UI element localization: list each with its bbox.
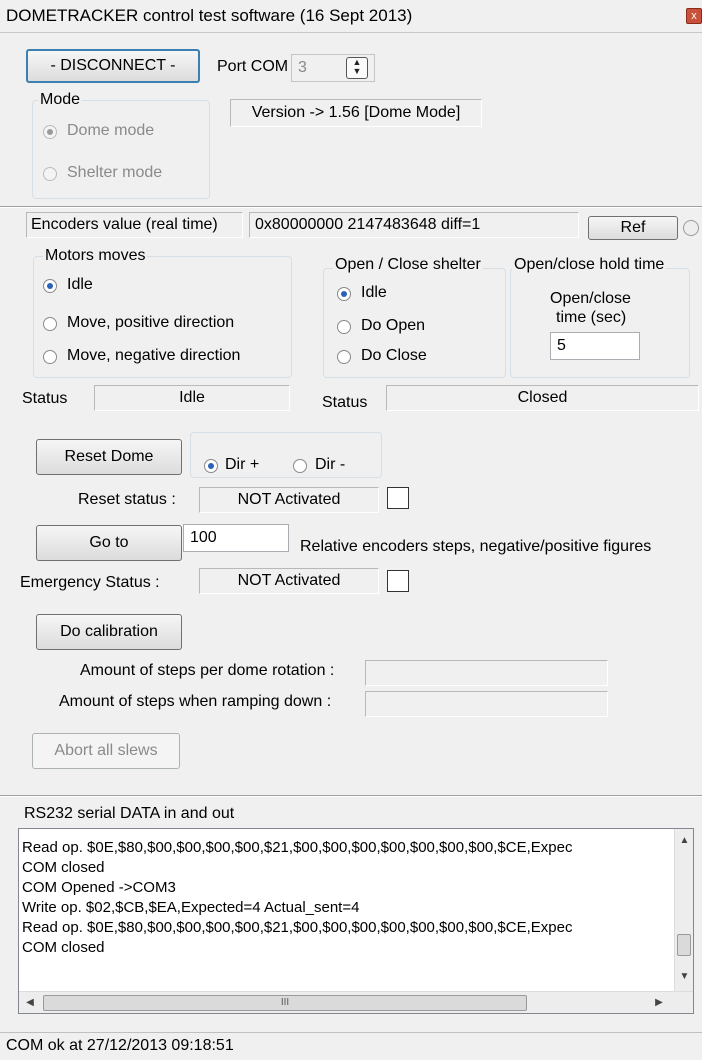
motors-negative-radio[interactable] xyxy=(43,350,57,364)
hold-caption-line1: Open/close xyxy=(550,290,631,307)
log-line: COM Opened ->COM3 xyxy=(22,879,176,896)
steps-rotation-value xyxy=(365,660,608,686)
shelter-close-radio[interactable] xyxy=(337,350,351,364)
reset-status-label: Reset status : xyxy=(78,491,176,508)
version-readout: Version -> 1.56 [Dome Mode] xyxy=(230,99,482,127)
shelter-idle-label: Idle xyxy=(361,284,387,301)
abort-all-slews-button[interactable]: Abort all slews xyxy=(32,733,180,769)
shelter-open-radio[interactable] xyxy=(337,320,351,334)
emergency-status-value: NOT Activated xyxy=(199,568,379,594)
dir-minus-radio[interactable] xyxy=(293,459,307,473)
ref-button[interactable]: Ref xyxy=(588,216,678,240)
spinner-arrows-icon[interactable]: ▲ ▼ xyxy=(346,57,368,79)
emergency-indicator xyxy=(387,570,409,592)
shelter-close-label: Do Close xyxy=(361,347,427,364)
hold-caption-line2: time (sec) xyxy=(556,309,627,326)
log-line: COM closed xyxy=(22,859,105,876)
port-com-label: Port COM xyxy=(217,58,289,75)
window-title: DOMETRACKER control test software (16 Se… xyxy=(6,6,413,25)
encoders-value: 0x80000000 2147483648 diff=1 xyxy=(249,212,579,238)
log-line: Read op. $0E,$80,$00,$00,$00,$00,$21,$00… xyxy=(22,839,573,856)
motors-group-title: Motors moves xyxy=(43,247,148,265)
mode-group-title: Mode xyxy=(38,91,83,109)
goto-button[interactable]: Go to xyxy=(36,525,182,561)
port-com-input[interactable]: 3 ▲ ▼ xyxy=(291,54,375,82)
serial-title: RS232 serial DATA in and out xyxy=(24,805,235,822)
horizontal-scroll-thumb[interactable]: III xyxy=(43,995,527,1011)
dome-mode-radio[interactable] xyxy=(43,125,57,139)
log-line: COM closed xyxy=(22,939,105,956)
shelter-group-title: Open / Close shelter xyxy=(333,256,483,274)
dir-minus-label: Dir - xyxy=(315,456,346,473)
shelter-idle-radio[interactable] xyxy=(337,287,351,301)
steps-rotation-label: Amount of steps per dome rotation : xyxy=(80,662,335,679)
emergency-label: Emergency Status : xyxy=(20,574,160,591)
dome-mode-label: Dome mode xyxy=(67,122,155,139)
shelter-mode-label: Shelter mode xyxy=(67,164,163,181)
goto-steps-input[interactable]: 100 xyxy=(183,524,289,552)
motors-idle-radio[interactable] xyxy=(43,279,57,293)
shelter-status-label: Status xyxy=(322,394,368,411)
steps-ramp-label: Amount of steps when ramping down : xyxy=(59,693,332,710)
scroll-down-arrow-icon[interactable]: ▼ xyxy=(675,971,693,982)
serial-log[interactable]: Read op. $0E,$80,$00,$00,$00,$00,$21,$00… xyxy=(18,828,694,1014)
serial-divider xyxy=(0,795,702,797)
reset-status-indicator xyxy=(387,487,409,509)
dir-plus-radio[interactable] xyxy=(204,459,218,473)
ref-indicator-icon xyxy=(683,220,699,236)
motors-positive-radio[interactable] xyxy=(43,317,57,331)
direction-group xyxy=(190,432,382,478)
shelter-status-value: Closed xyxy=(386,385,699,411)
section-divider xyxy=(0,206,702,208)
serial-log-content: Read op. $0E,$80,$00,$00,$00,$00,$21,$00… xyxy=(19,829,674,991)
log-line: Write op. $02,$CB,$EA,Expected=4 Actual_… xyxy=(22,899,360,916)
vertical-scrollbar[interactable]: ▲ ▼ xyxy=(674,829,693,991)
shelter-open-label: Do Open xyxy=(361,317,426,334)
dir-plus-label: Dir + xyxy=(225,456,260,473)
motors-idle-label: Idle xyxy=(67,276,93,293)
port-com-value: 3 xyxy=(298,59,307,76)
goto-hint: Relative encoders steps, negative/positi… xyxy=(300,538,652,555)
close-icon[interactable]: x xyxy=(686,8,702,24)
hold-time-input[interactable]: 5 xyxy=(550,332,640,360)
status-bar: COM ok at 27/12/2013 09:18:51 xyxy=(0,1032,702,1060)
reset-dome-button[interactable]: Reset Dome xyxy=(36,439,182,475)
motors-status-value: Idle xyxy=(94,385,290,411)
disconnect-button[interactable]: - DISCONNECT - xyxy=(26,49,200,83)
scroll-up-arrow-icon[interactable]: ▲ xyxy=(675,835,693,846)
scroll-left-arrow-icon[interactable]: ◀ xyxy=(23,997,37,1008)
motors-positive-label: Move, positive direction xyxy=(67,314,235,331)
mode-group xyxy=(32,100,210,199)
motors-status-label: Status xyxy=(22,390,68,407)
status-bar-text: COM ok at 27/12/2013 09:18:51 xyxy=(6,1037,234,1054)
horizontal-scrollbar[interactable]: ◀ III ▶ xyxy=(19,991,693,1013)
shelter-mode-radio[interactable] xyxy=(43,167,57,181)
encoders-label: Encoders value (real time) xyxy=(26,212,243,238)
vertical-scroll-thumb[interactable] xyxy=(677,934,691,956)
log-line: Read op. $0E,$80,$00,$00,$00,$00,$21,$00… xyxy=(22,919,573,936)
hold-time-title: Open/close hold time xyxy=(512,256,667,274)
motors-negative-label: Move, negative direction xyxy=(67,347,241,364)
do-calibration-button[interactable]: Do calibration xyxy=(36,614,182,650)
reset-status-value: NOT Activated xyxy=(199,487,379,513)
scroll-right-arrow-icon[interactable]: ▶ xyxy=(652,997,666,1008)
steps-ramp-value xyxy=(365,691,608,717)
